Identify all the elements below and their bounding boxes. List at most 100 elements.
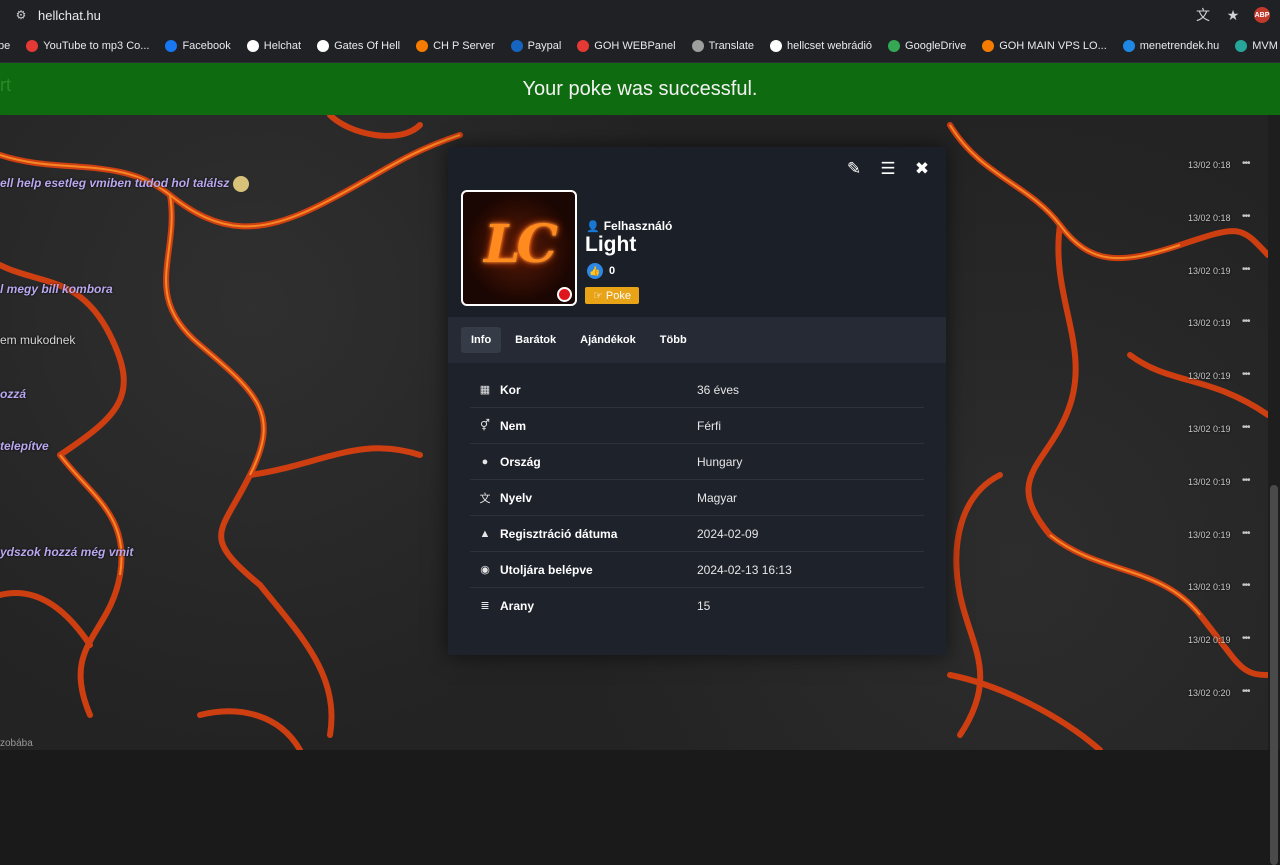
info-row: ◉ Utoljára belépve 2024-02-13 16:13 bbox=[470, 552, 924, 588]
chat-message: em mukodnek bbox=[0, 333, 76, 347]
bookmark-item[interactable]: Helchat bbox=[246, 40, 302, 52]
message-options-icon[interactable]: ••• bbox=[1242, 264, 1250, 275]
message-options-icon[interactable]: ••• bbox=[1242, 686, 1250, 697]
likes-counter[interactable]: 👍 0 bbox=[587, 263, 615, 279]
notification-text: Your poke was successful. bbox=[522, 77, 758, 100]
coins-icon: ≣ bbox=[480, 600, 490, 612]
bookmark-item[interactable]: GoogleDrive bbox=[888, 40, 966, 52]
online-status-dot bbox=[557, 287, 572, 302]
bookmark-item[interactable]: Translate bbox=[691, 40, 755, 52]
close-icon[interactable]: ✖ bbox=[912, 159, 932, 179]
bookmark-label: Gates Of Hell bbox=[334, 40, 401, 52]
bookmark-item[interactable]: menetrendek.hu bbox=[1122, 40, 1219, 52]
role-label: Felhasználó bbox=[603, 219, 673, 233]
message-options-icon[interactable]: ••• bbox=[1242, 158, 1250, 169]
info-label: Utoljára belépve bbox=[500, 562, 593, 577]
success-notification: rt Your poke was successful. bbox=[0, 63, 1280, 115]
bookmark-item[interactable]: Gates Of Hell bbox=[317, 40, 400, 52]
info-row: ≣ Arany 15 bbox=[470, 588, 924, 623]
poke-button[interactable]: ☞ Poke bbox=[585, 287, 639, 304]
message-options-icon[interactable]: ••• bbox=[1242, 580, 1250, 591]
bookmark-item[interactable]: be bbox=[0, 40, 10, 52]
message-timestamp: 13/02 0:18 bbox=[1188, 160, 1231, 170]
bookmark-favicon-icon bbox=[982, 40, 995, 52]
info-value: 2024-02-13 16:13 bbox=[697, 562, 792, 577]
thumbs-up-icon[interactable]: 👍 bbox=[587, 263, 603, 279]
bookmark-item[interactable]: MVM bbox=[1235, 40, 1278, 52]
edit-icon[interactable]: ✎ bbox=[844, 159, 864, 179]
user-icon: ▲ bbox=[479, 527, 491, 540]
globe-icon: ● bbox=[481, 455, 489, 468]
message-timestamp: 13/02 0:19 bbox=[1188, 635, 1231, 646]
message-timestamp: 13/02 0:20 bbox=[1188, 688, 1231, 698]
info-label: Nyelv bbox=[500, 490, 533, 505]
avatar-lettering: LC bbox=[484, 214, 558, 275]
bookmark-label: Helchat bbox=[263, 40, 302, 52]
message-options-icon[interactable]: ••• bbox=[1242, 475, 1250, 486]
address-bar: ⚙ hellchat.hu 文 ★ ABP bbox=[0, 0, 1280, 30]
chat-message: ell help esetleg vmiben tudod hol találs… bbox=[0, 176, 250, 192]
message-timestamp: 13/02 0:18 bbox=[1188, 212, 1231, 223]
profile-tabs: Info Barátok Ajándékok Több bbox=[448, 317, 946, 363]
bookmark-label: Translate bbox=[708, 40, 755, 52]
bookmark-label: be bbox=[0, 40, 11, 52]
message-options-icon[interactable]: ••• bbox=[1242, 369, 1250, 380]
info-row: ▲ Regisztráció dátuma 2024-02-09 bbox=[470, 516, 924, 552]
message-options-icon[interactable]: ••• bbox=[1242, 211, 1250, 222]
username: Light bbox=[585, 233, 637, 256]
adblock-icon[interactable]: ABP bbox=[1254, 7, 1270, 23]
message-timestamp: 13/02 0:19 bbox=[1188, 265, 1231, 276]
site-settings-icon[interactable]: ⚙ bbox=[14, 8, 28, 22]
bookmark-item[interactable]: Paypal bbox=[510, 40, 561, 52]
bookmark-label: CH P Server bbox=[433, 40, 495, 52]
info-value: 15 bbox=[697, 598, 711, 613]
info-value: 36 éves bbox=[697, 382, 740, 397]
modal-toolbar: ✎ ☰ ✖ bbox=[844, 159, 932, 179]
bookmark-item[interactable]: GOH WEBPanel bbox=[577, 40, 676, 52]
bookmark-label: MVM bbox=[1252, 40, 1278, 52]
chat-scrollbar[interactable] bbox=[1268, 115, 1280, 865]
tab-more[interactable]: Több bbox=[650, 327, 697, 353]
bookmark-item[interactable]: CH P Server bbox=[416, 40, 495, 52]
tab-info[interactable]: Info bbox=[461, 327, 502, 353]
info-value: 2024-02-09 bbox=[697, 526, 759, 541]
message-options-icon[interactable]: ••• bbox=[1242, 528, 1250, 539]
tab-friends[interactable]: Barátok bbox=[505, 327, 566, 353]
bookmark-favicon-icon bbox=[317, 40, 330, 52]
likes-count: 0 bbox=[609, 265, 616, 277]
message-options-icon[interactable]: ••• bbox=[1242, 316, 1250, 327]
poke-label: Poke bbox=[605, 289, 631, 302]
chat-message: telepítve bbox=[0, 439, 49, 453]
bookmark-item[interactable]: YouTube to mp3 Co... bbox=[26, 40, 149, 52]
scrollbar-thumb[interactable] bbox=[1270, 485, 1278, 865]
star-icon[interactable]: ★ bbox=[1224, 7, 1242, 24]
message-timestamp: 13/02 0:19 bbox=[1188, 582, 1231, 593]
menu-icon[interactable]: ☰ bbox=[878, 159, 898, 179]
info-label: Kor bbox=[500, 382, 521, 397]
bookmark-item[interactable]: hellcset webrádió bbox=[770, 40, 872, 52]
message-timestamp: 13/02 0:19 bbox=[1188, 318, 1231, 329]
message-options-icon[interactable]: ••• bbox=[1242, 633, 1250, 644]
bookmark-favicon-icon bbox=[770, 40, 783, 52]
info-label: Ország bbox=[500, 454, 541, 469]
bookmark-label: GoogleDrive bbox=[905, 40, 967, 52]
bookmark-item[interactable]: Facebook bbox=[165, 40, 231, 52]
translate-icon[interactable]: 文 bbox=[1194, 5, 1212, 25]
bookmark-label: hellcset webrádió bbox=[787, 40, 873, 52]
info-label: Regisztráció dátuma bbox=[500, 526, 618, 541]
info-row: ▦ Kor 36 éves bbox=[470, 372, 924, 408]
bookmark-item[interactable]: GOH MAIN VPS LO... bbox=[982, 40, 1107, 52]
url-text[interactable]: hellchat.hu bbox=[38, 8, 101, 23]
message-options-icon[interactable]: ••• bbox=[1242, 422, 1250, 433]
calendar-icon: ▦ bbox=[479, 384, 491, 396]
chat-message: ozzá bbox=[0, 387, 27, 401]
hand-point-icon: ☞ bbox=[593, 290, 603, 302]
chat-message: ydszok hozzá még vmit bbox=[0, 545, 134, 559]
message-timestamp: 13/02 0:19 bbox=[1188, 476, 1231, 487]
bookmark-favicon-icon bbox=[165, 40, 178, 52]
user-role: 👤 Felhasználó bbox=[586, 219, 672, 233]
message-timestamp: 13/02 0:19 bbox=[1188, 424, 1231, 434]
tab-gifts[interactable]: Ajándékok bbox=[570, 327, 646, 353]
address-bar-actions: 文 ★ ABP bbox=[1194, 0, 1280, 30]
bookmark-favicon-icon bbox=[1235, 40, 1248, 52]
